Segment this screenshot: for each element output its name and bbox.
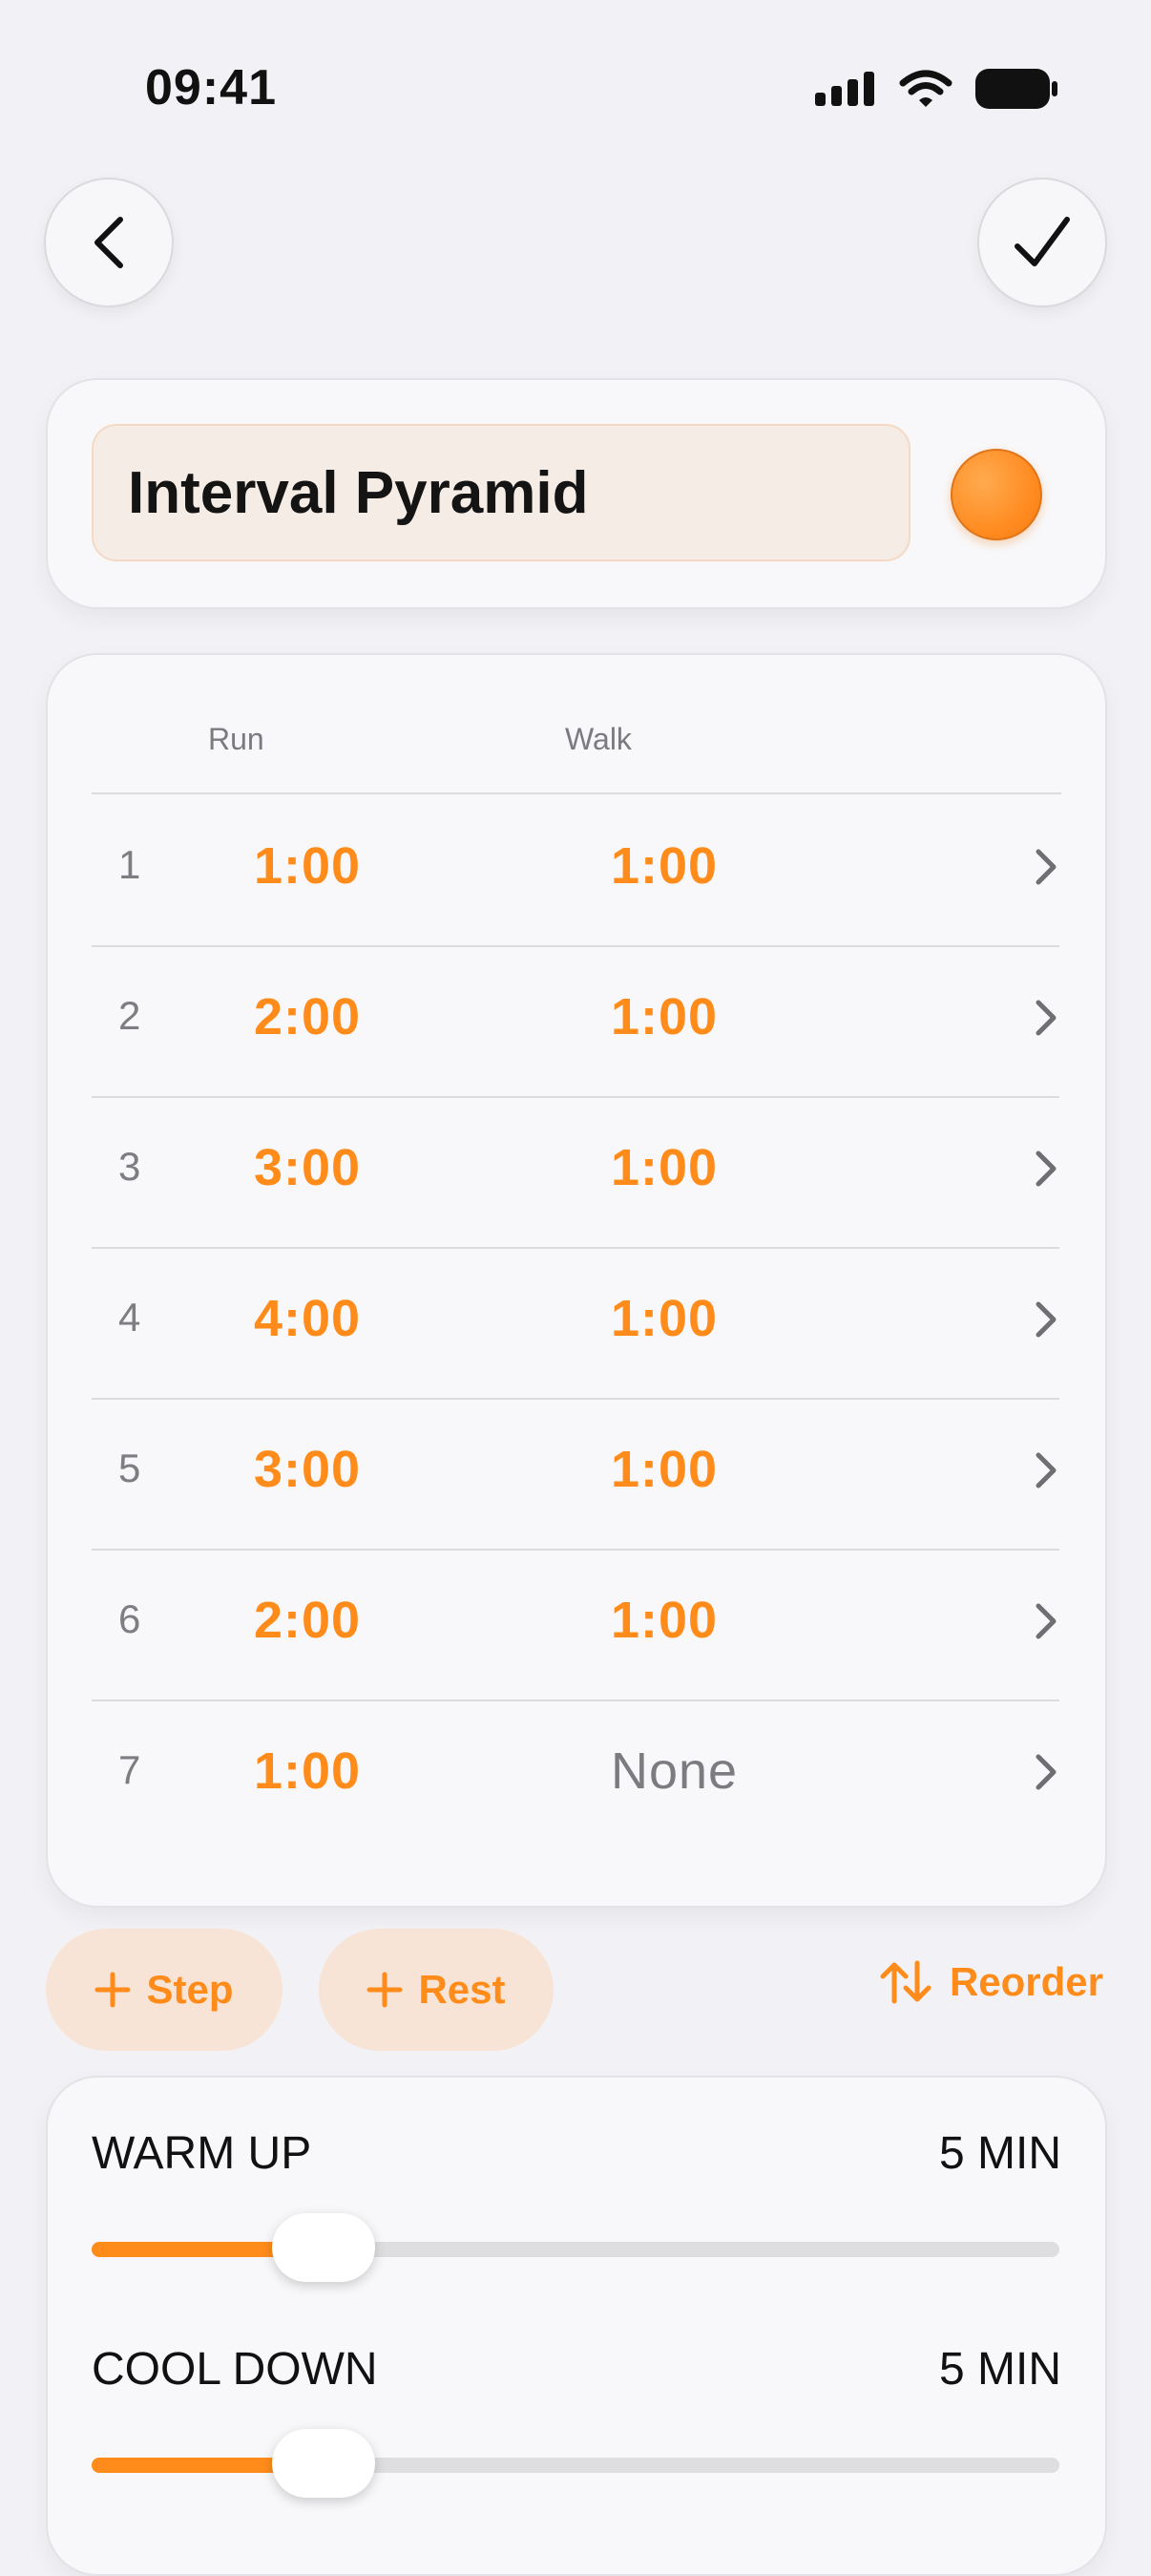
row-index: 6 <box>118 1596 141 1641</box>
wifi-icon <box>899 70 952 107</box>
checkmark-icon <box>1015 217 1070 266</box>
add-rest-label: Rest <box>418 1967 506 2012</box>
walk-duration: 1:00 <box>611 1592 719 1649</box>
chevron-right-icon <box>1036 1301 1057 1338</box>
chevron-right-icon <box>1036 1452 1057 1489</box>
chevron-right-icon <box>1036 1603 1057 1639</box>
run-duration: 3:00 <box>254 1139 362 1196</box>
color-picker-button[interactable] <box>951 449 1042 540</box>
walk-column-header: Walk <box>565 722 632 756</box>
workout-name-field[interactable]: Interval Pyramid <box>92 424 910 561</box>
run-duration: 2:00 <box>254 1592 362 1649</box>
done-button[interactable] <box>977 178 1107 307</box>
warmup-cooldown-card: WARM UP 5 MIN COOL DOWN 5 MIN <box>46 2076 1107 2576</box>
plus-icon <box>366 1972 403 2008</box>
chevron-right-icon <box>1036 1754 1057 1790</box>
walk-duration: None <box>611 1742 739 1800</box>
add-step-button[interactable]: Step <box>46 1929 283 2051</box>
run-column-header: Run <box>208 722 264 756</box>
interval-row-5[interactable]: 5 3:00 1:00 <box>92 1398 1059 1551</box>
plus-icon <box>94 1972 131 2008</box>
walk-duration: 1:00 <box>611 988 719 1045</box>
interval-row-4[interactable]: 4 4:00 1:00 <box>92 1247 1059 1400</box>
warm-up-slider[interactable] <box>92 2213 1059 2282</box>
reorder-label: Reorder <box>949 1959 1103 2004</box>
run-duration: 4:00 <box>254 1290 362 1347</box>
cool-down-label: COOL DOWN <box>92 2344 378 2395</box>
interval-row-1[interactable]: 1 1:00 1:00 <box>92 794 1059 947</box>
swap-vertical-icon <box>880 1960 931 2004</box>
row-index: 7 <box>118 1747 141 1792</box>
cool-down-slider-thumb[interactable] <box>271 2429 375 2498</box>
interval-row-6[interactable]: 6 2:00 1:00 <box>92 1549 1059 1701</box>
run-duration: 1:00 <box>254 837 362 895</box>
workout-name-text: Interval Pyramid <box>128 459 589 526</box>
row-index: 5 <box>118 1446 141 1490</box>
warm-up-value: 5 MIN <box>938 2128 1061 2179</box>
cool-down-value: 5 MIN <box>938 2344 1061 2395</box>
add-step-label: Step <box>146 1967 234 2012</box>
row-index: 1 <box>118 842 141 887</box>
status-icons <box>815 69 1057 109</box>
row-index: 3 <box>118 1144 141 1189</box>
walk-duration: 1:00 <box>611 1290 719 1347</box>
run-duration: 1:00 <box>254 1742 362 1800</box>
warm-up-label: WARM UP <box>92 2128 312 2179</box>
interval-row-7[interactable]: 7 1:00 None <box>92 1700 1059 1850</box>
chevron-right-icon <box>1036 1000 1057 1036</box>
row-index: 4 <box>118 1295 141 1340</box>
back-button[interactable] <box>44 178 174 307</box>
chevron-left-icon <box>94 217 123 268</box>
warm-up-slider-thumb[interactable] <box>271 2213 375 2282</box>
interval-row-2[interactable]: 2 2:00 1:00 <box>92 945 1059 1098</box>
run-duration: 2:00 <box>254 988 362 1045</box>
walk-duration: 1:00 <box>611 1441 719 1498</box>
cool-down-slider[interactable] <box>92 2429 1059 2498</box>
chevron-right-icon <box>1036 1151 1057 1187</box>
status-time: 09:41 <box>145 60 277 116</box>
signal-icon <box>815 72 874 106</box>
battery-icon <box>975 69 1057 109</box>
interval-row-3[interactable]: 3 3:00 1:00 <box>92 1096 1059 1249</box>
row-index: 2 <box>118 993 141 1038</box>
chevron-right-icon <box>1036 849 1057 885</box>
run-duration: 3:00 <box>254 1441 362 1498</box>
walk-duration: 1:00 <box>611 1139 719 1196</box>
reorder-button[interactable]: Reorder <box>879 1959 1103 2005</box>
walk-duration: 1:00 <box>611 837 719 895</box>
add-rest-button[interactable]: Rest <box>319 1929 554 2051</box>
intervals-table: Run Walk 1 1:00 1:00 2 2:00 1:00 3 3:00 … <box>46 653 1107 1908</box>
workout-name-card: Interval Pyramid <box>46 378 1107 609</box>
